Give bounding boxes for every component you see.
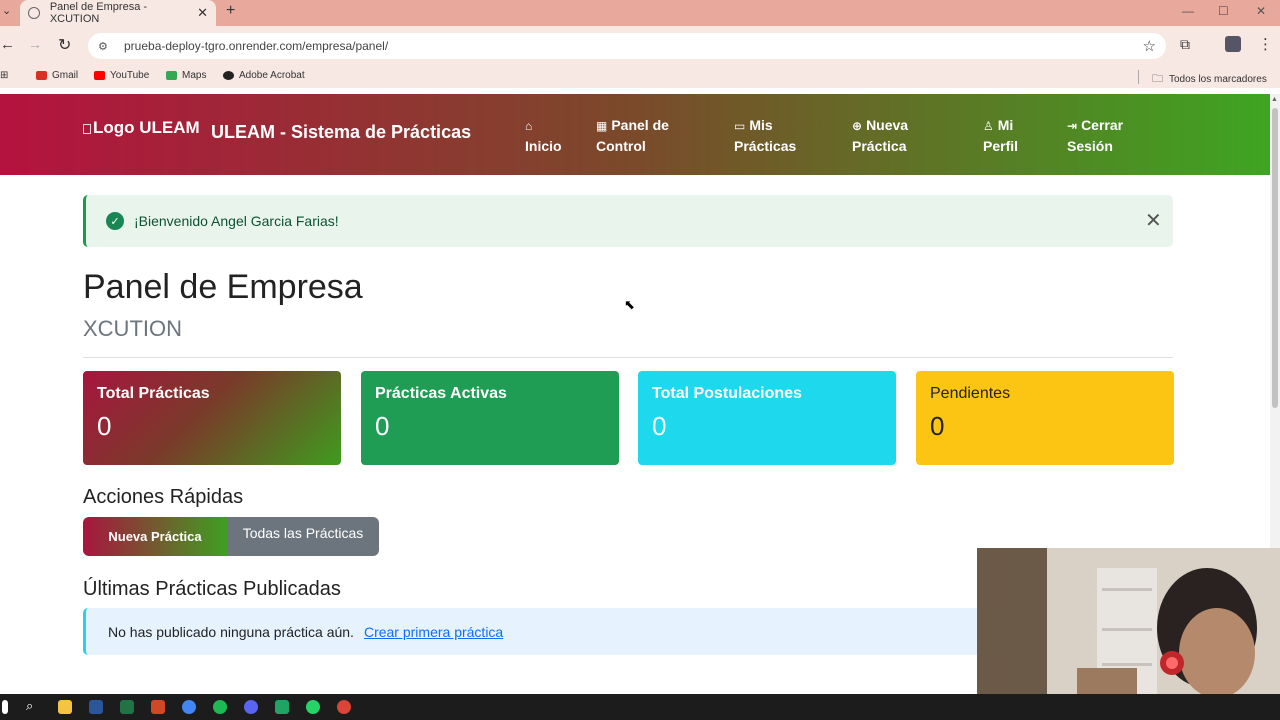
nav-mi-perfil[interactable]: ♙ Mi Perfil bbox=[983, 115, 1018, 156]
stat-value: 0 bbox=[375, 411, 390, 441]
spotify-icon[interactable] bbox=[213, 700, 227, 714]
alert-close-button[interactable]: ✕ bbox=[1145, 208, 1162, 233]
search-icon[interactable]: ⌕ bbox=[26, 698, 33, 714]
stat-card-pendientes: Pendientes 0 bbox=[916, 371, 1174, 465]
stat-card-total-postulaciones: Total Postulaciones 0 bbox=[638, 371, 896, 465]
chrome-icon[interactable] bbox=[182, 700, 196, 714]
stat-label: Total Prácticas bbox=[97, 385, 210, 402]
mouse-cursor-icon: ⬉ bbox=[624, 297, 635, 312]
stat-card-total-practicas: Total Prácticas 0 bbox=[83, 371, 341, 465]
check-circle-icon: ✓ bbox=[106, 212, 124, 230]
briefcase-icon: ▭ bbox=[734, 119, 746, 133]
alert-message: ¡Bienvenido Angel Garcia Farias! bbox=[134, 213, 339, 229]
company-name: XCUTION bbox=[83, 316, 182, 341]
bookmark-gmail[interactable]: Gmail bbox=[36, 70, 78, 81]
window-close-icon[interactable]: ✕ bbox=[1256, 4, 1266, 18]
bookmark-adobe-acrobat[interactable]: Adobe Acrobat bbox=[223, 70, 305, 81]
stat-value: 0 bbox=[652, 411, 667, 441]
address-bar[interactable]: ⚙ prueba-deploy-tgro.onrender.com/empres… bbox=[88, 33, 1166, 59]
globe-icon bbox=[28, 7, 40, 19]
quick-actions-title: Acciones Rápidas bbox=[83, 486, 244, 508]
maps-icon bbox=[166, 71, 177, 80]
site-logo[interactable]: Logo ULEAM bbox=[83, 118, 200, 138]
broken-image-icon bbox=[83, 123, 91, 134]
folder-icon: 🗀 bbox=[1152, 73, 1163, 85]
new-practice-button[interactable]: Nueva Práctica bbox=[83, 517, 227, 556]
site-info-icon[interactable]: ⚙ bbox=[98, 40, 112, 53]
separator bbox=[1138, 70, 1139, 84]
welcome-alert: ✓ ¡Bienvenido Angel Garcia Farias! bbox=[83, 195, 1173, 247]
all-practices-button[interactable]: Todas las Prácticas bbox=[227, 517, 379, 556]
site-title[interactable]: ULEAM - Sistema de Prácticas bbox=[211, 122, 471, 143]
profile-avatar[interactable] bbox=[1225, 36, 1241, 52]
powerpoint-icon[interactable] bbox=[151, 700, 165, 714]
maximize-icon[interactable]: ☐ bbox=[1218, 4, 1229, 18]
new-tab-button[interactable]: + bbox=[226, 2, 235, 20]
page-title: Panel de Empresa bbox=[83, 268, 363, 306]
excel-icon[interactable] bbox=[120, 700, 134, 714]
nav-inicio[interactable]: ⌂ Inicio bbox=[525, 115, 562, 156]
acrobat-icon bbox=[223, 71, 234, 80]
tab-title: Panel de Empresa - XCUTION bbox=[49, 1, 148, 25]
stat-label: Total Postulaciones bbox=[652, 385, 802, 402]
user-icon: ♙ bbox=[983, 119, 994, 133]
youtube-icon bbox=[94, 71, 105, 80]
bookmarks-bar: ⊞ Gmail YouTube Maps Adobe Acrobat 🗀 Todo… bbox=[0, 66, 1280, 88]
latest-practices-title: Últimas Prácticas Publicadas bbox=[83, 578, 341, 600]
gmail-icon bbox=[36, 71, 47, 80]
divider bbox=[83, 357, 1173, 358]
nav-panel-control[interactable]: ▦ Panel de Control bbox=[596, 115, 669, 156]
chrome-active-icon[interactable] bbox=[337, 700, 351, 714]
menu-kebab-icon[interactable]: ⋮ bbox=[1258, 35, 1273, 53]
stat-card-practicas-activas: Prácticas Activas 0 bbox=[361, 371, 619, 465]
nav-cerrar-sesion[interactable]: ⇥ Cerrar Sesión bbox=[1067, 115, 1123, 156]
grid-icon: ▦ bbox=[596, 119, 608, 133]
logout-icon: ⇥ bbox=[1067, 119, 1078, 133]
discord-icon[interactable] bbox=[244, 700, 258, 714]
tab-list-chevron-icon[interactable]: ⌄ bbox=[2, 4, 11, 17]
bookmark-youtube[interactable]: YouTube bbox=[94, 70, 149, 81]
plus-circle-icon: ⊕ bbox=[852, 119, 863, 133]
start-icon[interactable] bbox=[2, 700, 8, 714]
home-icon: ⌂ bbox=[525, 119, 533, 133]
whatsapp-icon[interactable] bbox=[306, 700, 320, 714]
forward-arrow-icon[interactable]: → bbox=[28, 36, 42, 52]
stat-value: 0 bbox=[97, 411, 112, 441]
webcam-overlay bbox=[977, 548, 1280, 694]
create-first-practice-link[interactable]: Crear primera práctica bbox=[364, 624, 503, 640]
nav-nueva-practica[interactable]: ⊕ Nueva Práctica bbox=[852, 115, 908, 156]
stat-value: 0 bbox=[930, 411, 945, 441]
scrollbar-thumb[interactable] bbox=[1272, 108, 1278, 408]
nav-mis-practicas[interactable]: ▭ Mis Prácticas bbox=[734, 115, 796, 156]
all-bookmarks[interactable]: 🗀 Todos los marcadores bbox=[1138, 70, 1267, 89]
stat-label: Pendientes bbox=[930, 385, 1011, 402]
reload-icon[interactable]: ↻ bbox=[58, 35, 71, 55]
stat-label: Prácticas Activas bbox=[375, 385, 507, 402]
browser-tab[interactable]: Panel de Empresa - XCUTION ✕ bbox=[20, 0, 216, 26]
bookmark-maps[interactable]: Maps bbox=[166, 70, 206, 81]
extensions-icon[interactable]: ⧉ bbox=[1180, 36, 1190, 53]
apps-grid-icon[interactable]: ⊞ bbox=[0, 70, 8, 81]
minimize-icon[interactable]: — bbox=[1182, 4, 1194, 18]
url-text: prueba-deploy-tgro.onrender.com/empresa/… bbox=[124, 39, 389, 53]
bookmark-star-icon[interactable]: ☆ bbox=[1143, 37, 1156, 55]
file-explorer-icon[interactable] bbox=[58, 700, 72, 714]
webcam-image bbox=[977, 548, 1280, 694]
back-arrow-icon[interactable]: ← bbox=[0, 36, 15, 53]
app-icon[interactable] bbox=[275, 700, 289, 714]
word-icon[interactable] bbox=[89, 700, 103, 714]
empty-text: No has publicado ninguna práctica aún. bbox=[108, 623, 354, 640]
scroll-up-icon[interactable]: ▲ bbox=[1271, 96, 1278, 103]
tab-close-button[interactable]: ✕ bbox=[197, 5, 208, 21]
